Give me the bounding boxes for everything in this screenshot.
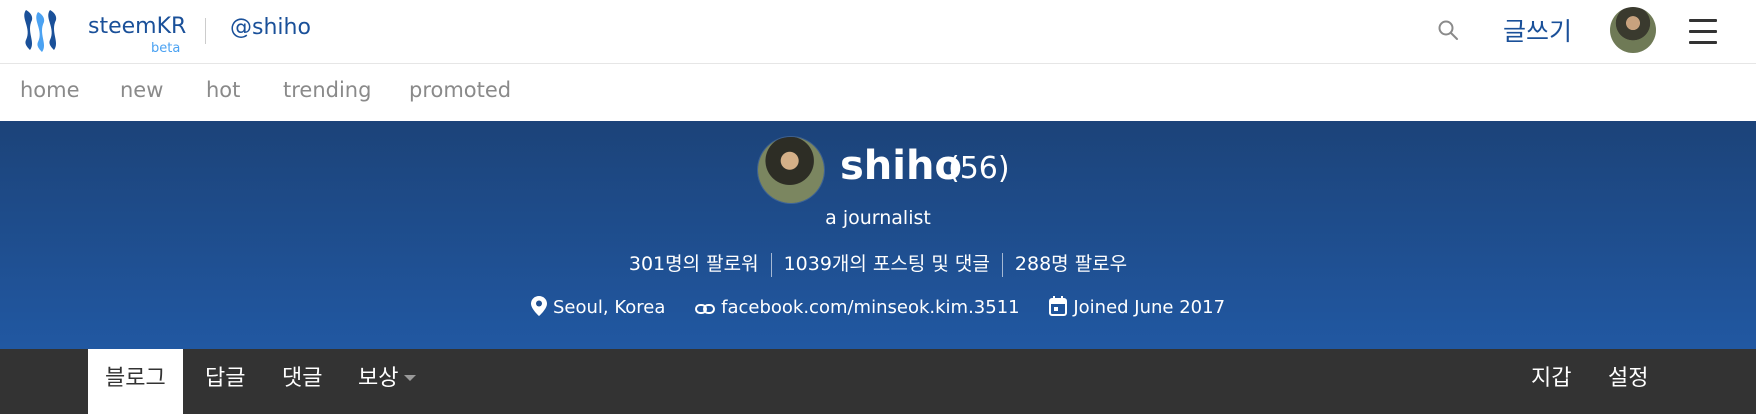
- user-avatar[interactable]: [1610, 7, 1656, 53]
- profile-avatar: [758, 137, 824, 203]
- profile-about: a journalist: [825, 207, 931, 229]
- brand-name[interactable]: steemKR: [88, 14, 186, 39]
- location-text: Seoul, Korea: [552, 297, 666, 318]
- followers-count[interactable]: 301명의 팔로워: [617, 249, 771, 276]
- website-item[interactable]: facebook.com/minseok.kim.3511: [695, 297, 1020, 318]
- header-divider: [205, 18, 206, 44]
- nav-trending[interactable]: trending: [283, 78, 371, 102]
- breadcrumb-user[interactable]: @shiho: [230, 15, 311, 40]
- location-pin-icon: [530, 296, 547, 316]
- joined-item: Joined June 2017: [1049, 296, 1225, 318]
- profile-stats: 301명의 팔로워 1039개의 포스팅 및 댓글 288명 팔로우: [0, 249, 1756, 277]
- joined-text: Joined June 2017: [1073, 297, 1226, 318]
- nav-hot[interactable]: hot: [206, 78, 240, 102]
- following-count[interactable]: 288명 팔로우: [1003, 249, 1139, 276]
- steem-logo-icon[interactable]: [18, 6, 66, 54]
- profile-name: shiho: [840, 143, 962, 189]
- top-header: steemKR beta @shiho 글쓰기: [0, 0, 1756, 64]
- nav-home[interactable]: home: [20, 78, 80, 102]
- beta-label: beta: [151, 41, 181, 56]
- posts-count: 1039개의 포스팅 및 댓글: [783, 253, 990, 275]
- nav-promoted[interactable]: promoted: [409, 78, 511, 102]
- tab-comments[interactable]: 댓글: [282, 349, 322, 414]
- tab-replies[interactable]: 답글: [205, 349, 245, 414]
- tab-rewards[interactable]: 보상: [358, 349, 417, 414]
- profile-tabs: 블로그 답글 댓글 보상 지갑 설정: [0, 349, 1756, 414]
- profile-header: shiho (56) a journalist 301명의 팔로워 1039개의 …: [0, 121, 1756, 349]
- hamburger-menu-icon[interactable]: [1689, 19, 1717, 44]
- calendar-icon: [1049, 296, 1068, 316]
- write-post-button[interactable]: 글쓰기: [1503, 12, 1572, 48]
- profile-meta: Seoul, Korea facebook.com/minseok.kim.35…: [0, 296, 1756, 318]
- search-icon[interactable]: [1436, 18, 1460, 42]
- tab-settings[interactable]: 설정: [1608, 349, 1648, 414]
- nav-new[interactable]: new: [120, 78, 163, 102]
- tab-blog[interactable]: 블로그: [88, 349, 183, 414]
- link-icon: [695, 303, 716, 314]
- location-item: Seoul, Korea: [530, 296, 666, 318]
- chevron-down-icon: [404, 375, 417, 381]
- tab-rewards-label: 보상: [358, 366, 399, 391]
- feed-navigation: home new hot trending promoted: [0, 64, 1756, 120]
- website-link[interactable]: facebook.com/minseok.kim.3511: [721, 297, 1020, 318]
- reputation-score: (56): [948, 151, 1010, 186]
- tab-wallet[interactable]: 지갑: [1531, 349, 1571, 414]
